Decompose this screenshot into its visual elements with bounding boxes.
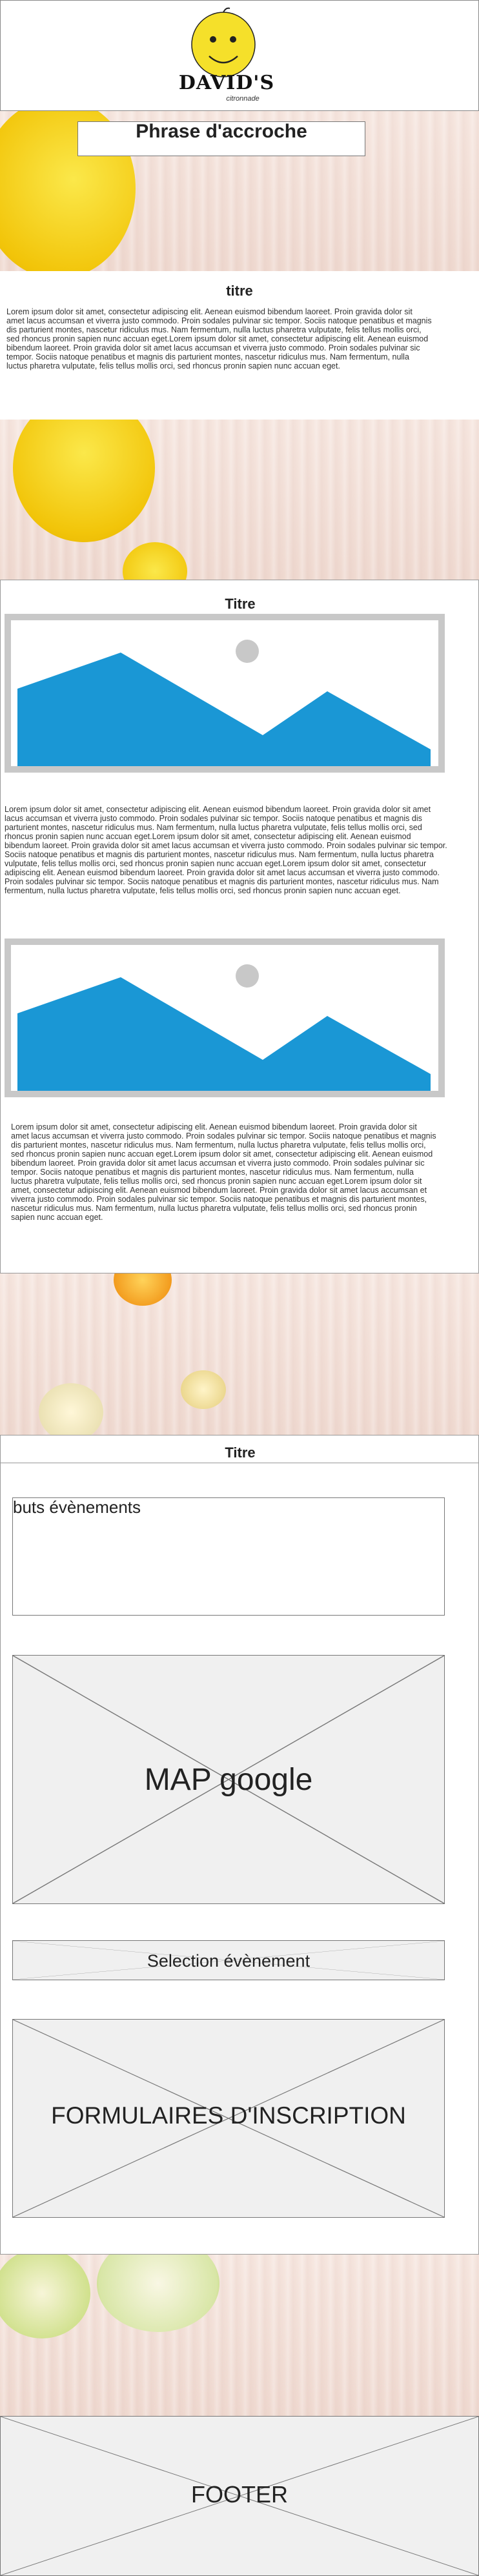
lemon-decoration — [123, 542, 187, 580]
wood-band — [0, 2255, 479, 2416]
orange-slice-decoration — [114, 1273, 172, 1306]
map-placeholder[interactable]: MAP google — [12, 1655, 445, 1904]
logo[interactable]: DAVID'S citronnade — [172, 5, 281, 109]
image-icon — [17, 640, 431, 766]
section-text: Lorem ipsum dolor sit amet, consectetur … — [5, 805, 447, 895]
section-text: Lorem ipsum dolor sit amet, consectetur … — [11, 1122, 436, 1222]
logo-title: DAVID'S — [178, 72, 275, 94]
map-label: MAP google — [144, 1763, 313, 1797]
footer: FOOTER — [0, 2416, 479, 2576]
registration-form-placeholder[interactable]: FORMULAIRES D'INSCRIPTION — [12, 2019, 445, 2218]
logo-subtitle: citronnade — [226, 95, 260, 103]
section-text: Lorem ipsum dolor sit amet, consectetur … — [6, 307, 432, 370]
lime-slice-decoration — [97, 2255, 219, 2332]
section-content: Titre Lorem ipsum dolor sit amet, consec… — [0, 580, 479, 1273]
hero-tagline: Phrase d'accroche — [136, 121, 307, 142]
lemon-decoration — [13, 420, 155, 542]
events-label: buts évènements — [13, 1497, 141, 1517]
hero-tagline-box: Phrase d'accroche — [77, 121, 365, 156]
wood-band — [0, 1273, 479, 1435]
image-icon — [17, 964, 431, 1091]
lime-slice-decoration — [0, 2255, 90, 2338]
lemon-slice-decoration — [39, 1383, 103, 1435]
events-box: buts évènements — [12, 1497, 445, 1616]
section-intro: titre Lorem ipsum dolor sit amet, consec… — [0, 271, 479, 420]
hero-background: Phrase d'accroche — [0, 111, 479, 271]
selection-label: Selection évènement — [147, 1951, 311, 1971]
wood-band — [0, 420, 479, 580]
header: DAVID'S citronnade — [0, 0, 479, 111]
section-events: Titre buts évènements MAP google Selecti… — [0, 1435, 479, 2255]
section-title: Titre — [225, 596, 256, 612]
image-placeholder — [5, 938, 445, 1097]
lemon-slice-decoration — [181, 1370, 226, 1409]
image-placeholder — [5, 614, 445, 773]
footer-label: FOOTER — [191, 2481, 288, 2508]
form-label: FORMULAIRES D'INSCRIPTION — [51, 2102, 406, 2129]
event-selector[interactable]: Selection évènement — [12, 1940, 445, 1980]
section-title: titre — [226, 283, 253, 299]
section-title: Titre — [225, 1445, 256, 1461]
